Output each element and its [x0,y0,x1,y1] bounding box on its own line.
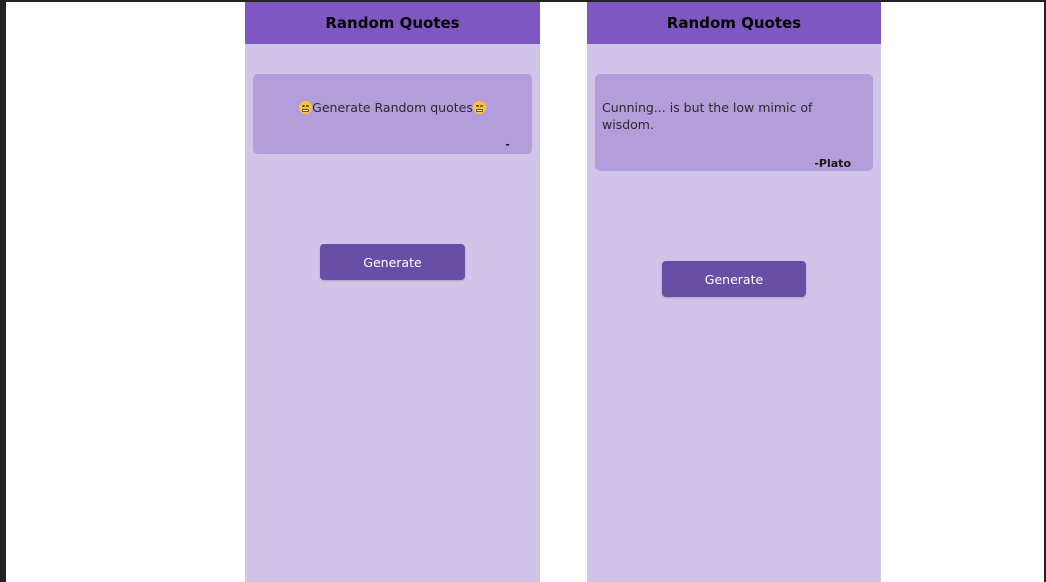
generate-button[interactable]: Generate [662,261,806,297]
quote-author: - [505,138,510,151]
quote-card: Cunning... is but the low mimic of wisdo… [595,74,873,171]
quote-card: Generate Random quotes - [253,74,532,154]
phone-screen-right: Random Quotes Cunning... is but the low … [587,2,881,582]
app-bar: Random Quotes [587,2,881,44]
generate-button[interactable]: Generate [320,244,465,280]
app-title: Random Quotes [325,14,460,32]
grinning-face-icon [472,101,486,114]
app-title: Random Quotes [666,14,802,32]
grinning-face-icon [299,101,313,114]
quote-text-container: Generate Random quotes [253,99,532,116]
phone-screen-left: Random Quotes Generate Random quotes - G… [245,2,540,582]
app-bar: Random Quotes [245,2,540,44]
quote-author: -Plato [814,157,851,170]
quote-text: Cunning... is but the low mimic of wisdo… [602,100,813,132]
quote-text: Generate Random quotes [312,100,473,115]
